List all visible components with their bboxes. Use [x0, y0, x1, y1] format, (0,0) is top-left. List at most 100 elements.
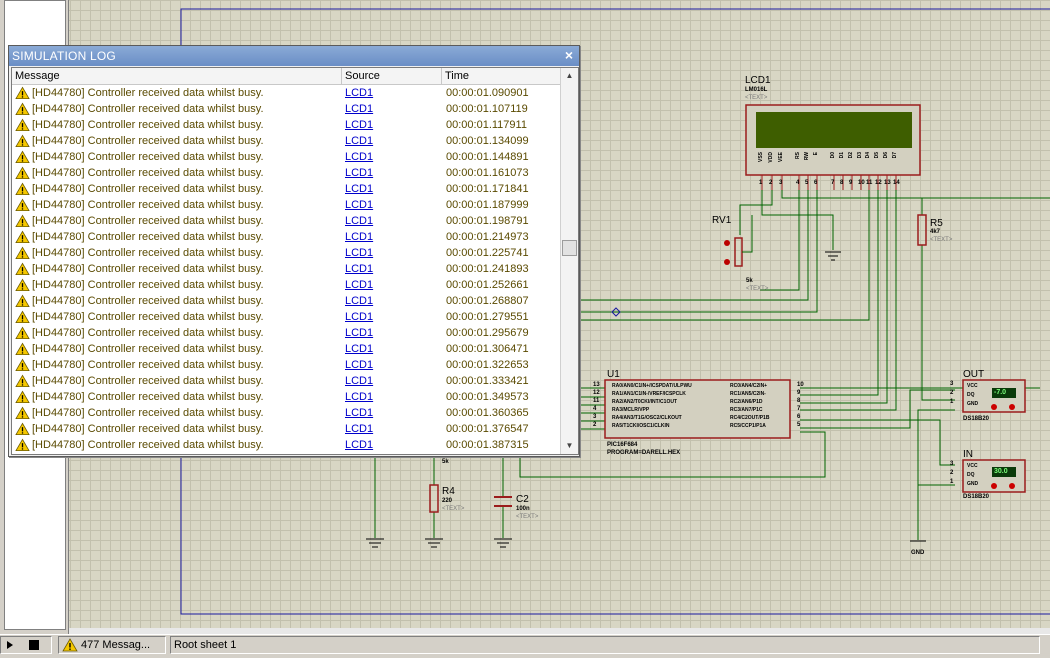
log-source-link[interactable]: LCD1 — [345, 421, 373, 437]
lcd-pin-number: 12 — [875, 180, 882, 186]
simulation-log-window: SIMULATION LOG × Message Source Time [HD… — [8, 45, 580, 457]
r4-ref: R4 — [442, 486, 455, 497]
log-source-link[interactable]: LCD1 — [345, 85, 373, 101]
log-row[interactable]: [HD44780] Controller received data whils… — [12, 85, 560, 101]
scroll-down-icon[interactable]: ▼ — [561, 438, 578, 454]
log-row[interactable]: [HD44780] Controller received data whils… — [12, 213, 560, 229]
warning-icon — [15, 342, 30, 355]
sensor-pin-number: 1 — [950, 479, 954, 485]
log-row[interactable]: [HD44780] Controller received data whils… — [12, 117, 560, 133]
log-source-link[interactable]: LCD1 — [345, 277, 373, 293]
log-row[interactable]: [HD44780] Controller received data whils… — [12, 261, 560, 277]
log-source-link[interactable]: LCD1 — [345, 373, 373, 389]
log-source-link[interactable]: LCD1 — [345, 149, 373, 165]
u1-pin-name: RA4/AN3/T1G/OSC2/CLKOUT — [612, 415, 682, 421]
log-source-link[interactable]: LCD1 — [345, 389, 373, 405]
log-row[interactable]: [HD44780] Controller received data whils… — [12, 405, 560, 421]
log-row[interactable]: [HD44780] Controller received data whils… — [12, 389, 560, 405]
column-header-message[interactable]: Message — [12, 68, 342, 84]
log-message: [HD44780] Controller received data whils… — [32, 295, 264, 307]
log-source-link[interactable]: LCD1 — [345, 165, 373, 181]
log-row[interactable]: [HD44780] Controller received data whils… — [12, 373, 560, 389]
log-row[interactable]: [HD44780] Controller received data whils… — [12, 197, 560, 213]
lcd-pin-number: 2 — [769, 180, 773, 186]
log-source-link[interactable]: LCD1 — [345, 133, 373, 149]
log-row[interactable]: [HD44780] Controller received data whils… — [12, 341, 560, 357]
u1-pin-name: RA1/AN1/C1IN-/VREF/ICSPCLK — [612, 391, 686, 397]
log-time: 00:00:01.171841 — [446, 183, 529, 195]
sensor-out-label: OUT — [963, 369, 985, 380]
log-source-link[interactable]: LCD1 — [345, 325, 373, 341]
log-source-link[interactable]: LCD1 — [345, 405, 373, 421]
log-time: 00:00:01.306471 — [446, 343, 529, 355]
warning-icon — [15, 438, 30, 451]
log-source-link[interactable]: LCD1 — [345, 309, 373, 325]
u1-pin-number: 4 — [593, 406, 597, 412]
log-source-link[interactable]: LCD1 — [345, 117, 373, 133]
r5-text: <TEXT> — [930, 237, 953, 243]
log-time: 00:00:01.241893 — [446, 263, 529, 275]
lcd-text: <TEXT> — [745, 95, 768, 101]
log-message: [HD44780] Controller received data whils… — [32, 263, 264, 275]
u1-pin-number: 13 — [593, 382, 600, 388]
log-row[interactable]: [HD44780] Controller received data whils… — [12, 277, 560, 293]
log-source-link[interactable]: LCD1 — [345, 181, 373, 197]
log-message: [HD44780] Controller received data whils… — [32, 327, 264, 339]
gnd-label: GND — [911, 550, 925, 556]
warning-icon — [15, 422, 30, 435]
log-time: 00:00:01.387315 — [446, 439, 529, 451]
close-icon[interactable]: × — [565, 47, 573, 63]
log-row[interactable]: [HD44780] Controller received data whils… — [12, 309, 560, 325]
u1-pin-name: RC3/AN7/P1C — [730, 407, 763, 413]
warning-icon — [15, 358, 30, 371]
log-scrollbar[interactable]: ▲ ▼ — [560, 68, 578, 454]
log-row[interactable]: [HD44780] Controller received data whils… — [12, 421, 560, 437]
warning-icon — [15, 134, 30, 147]
log-source-link[interactable]: LCD1 — [345, 261, 373, 277]
lcd-model: LM016L — [745, 87, 768, 93]
warning-icon — [15, 214, 30, 227]
sensor-in-reading: 30.0 — [994, 468, 1008, 475]
lcd-pin-number: 11 — [866, 180, 873, 186]
log-source-link[interactable]: LCD1 — [345, 245, 373, 261]
log-source-link[interactable]: LCD1 — [345, 213, 373, 229]
u1-program: PROGRAM=DARELL.HEX — [607, 450, 681, 456]
log-row[interactable]: [HD44780] Controller received data whils… — [12, 245, 560, 261]
log-message: [HD44780] Controller received data whils… — [32, 375, 264, 387]
log-row[interactable]: [HD44780] Controller received data whils… — [12, 229, 560, 245]
log-row[interactable]: [HD44780] Controller received data whils… — [12, 149, 560, 165]
scroll-up-icon[interactable]: ▲ — [561, 68, 578, 84]
column-header-source[interactable]: Source — [342, 68, 442, 84]
log-row[interactable]: [HD44780] Controller received data whils… — [12, 357, 560, 373]
log-row[interactable]: [HD44780] Controller received data whils… — [12, 293, 560, 309]
messages-indicator[interactable]: 477 Messag... — [58, 636, 166, 654]
log-row[interactable]: [HD44780] Controller received data whils… — [12, 165, 560, 181]
log-row[interactable]: [HD44780] Controller received data whils… — [12, 101, 560, 117]
log-source-link[interactable]: LCD1 — [345, 293, 373, 309]
log-titlebar[interactable]: SIMULATION LOG × — [9, 46, 579, 66]
warning-icon — [15, 86, 30, 99]
log-time: 00:00:01.225741 — [446, 247, 529, 259]
log-source-link[interactable]: LCD1 — [345, 357, 373, 373]
warning-icon — [15, 246, 30, 259]
sensor-pin-name: VCC — [967, 463, 978, 469]
log-time: 00:00:01.117911 — [446, 119, 527, 131]
rv1-ref: RV1 — [712, 215, 732, 226]
warning-icon — [15, 182, 30, 195]
log-row[interactable]: [HD44780] Controller received data whils… — [12, 437, 560, 453]
log-row[interactable]: [HD44780] Controller received data whils… — [12, 325, 560, 341]
log-source-link[interactable]: LCD1 — [345, 101, 373, 117]
log-time: 00:00:01.134099 — [446, 135, 529, 147]
log-row[interactable]: [HD44780] Controller received data whils… — [12, 181, 560, 197]
log-row[interactable]: [HD44780] Controller received data whils… — [12, 133, 560, 149]
lcd-pin-number: 13 — [884, 180, 891, 186]
lcd-pin-label: VEE — [778, 152, 784, 163]
log-source-link[interactable]: LCD1 — [345, 437, 373, 453]
scroll-thumb[interactable] — [562, 240, 577, 256]
stop-icon — [29, 640, 39, 650]
column-header-time[interactable]: Time — [442, 68, 560, 84]
log-source-link[interactable]: LCD1 — [345, 341, 373, 357]
lcd-pin-number: 7 — [831, 180, 835, 186]
log-source-link[interactable]: LCD1 — [345, 229, 373, 245]
log-source-link[interactable]: LCD1 — [345, 197, 373, 213]
